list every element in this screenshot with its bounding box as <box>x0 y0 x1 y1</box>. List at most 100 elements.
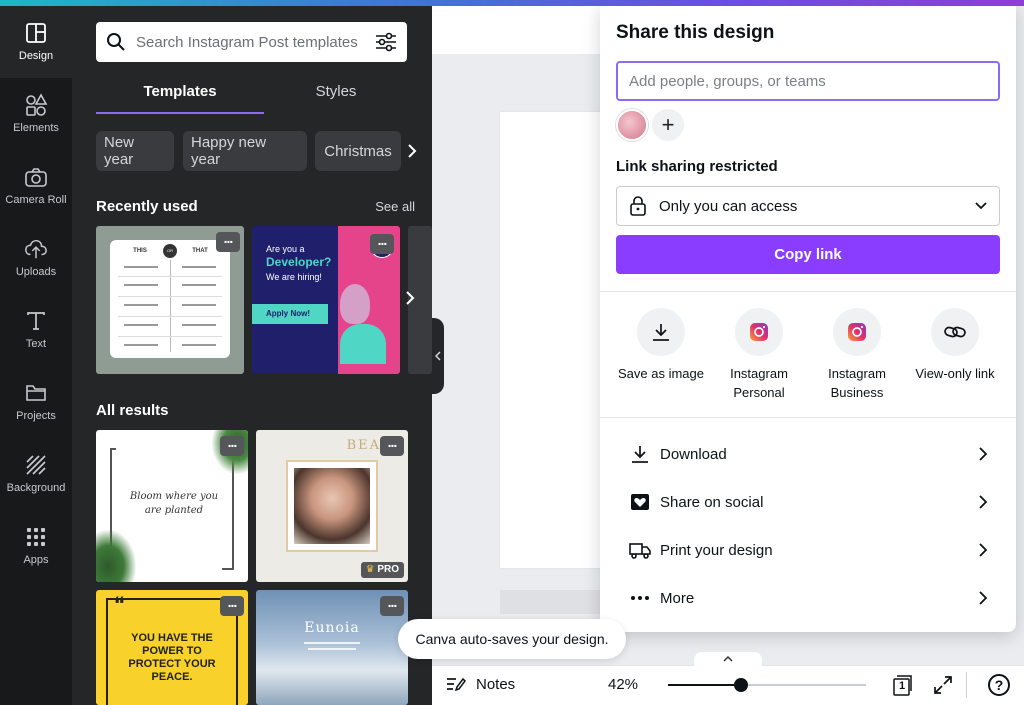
link-access-select[interactable]: Only you can access <box>616 186 1000 226</box>
chip-christmas[interactable]: Christmas <box>315 131 401 171</box>
recently-used-heading: Recently used <box>96 198 198 215</box>
template-more-button[interactable]: ... <box>370 233 394 254</box>
quick-share-label: Save as image <box>618 366 704 381</box>
notes-button[interactable]: Notes <box>446 675 515 693</box>
tab-styles[interactable]: Styles <box>252 78 420 114</box>
elements-icon <box>24 93 48 117</box>
rail-label: Elements <box>13 122 59 134</box>
template-more-button[interactable]: ... <box>380 595 404 616</box>
zoom-slider[interactable] <box>668 678 866 692</box>
template-thumb-developer[interactable]: Are you a Developer? We are hiring! Appl… <box>252 226 400 374</box>
template-more-button[interactable]: ... <box>220 435 244 456</box>
print-design-row[interactable]: Print your design <box>616 526 1000 574</box>
template-thumb-quote[interactable]: “ YOU HAVE THE POWER TO PROTECT YOUR PEA… <box>96 590 248 705</box>
thumb-text: Developer? <box>266 255 332 269</box>
fullscreen-icon[interactable] <box>931 673 955 697</box>
rail-item-elements[interactable]: Elements <box>0 78 72 150</box>
page-count-button[interactable]: 1 <box>890 673 914 697</box>
chevron-up-icon <box>723 656 733 662</box>
camera-icon <box>24 165 48 189</box>
more-dots-icon <box>628 586 652 610</box>
zoom-level[interactable]: 42% <box>608 676 638 693</box>
template-more-button[interactable]: ... <box>216 231 240 252</box>
rail-label: Apps <box>23 554 49 566</box>
truck-icon <box>628 538 652 562</box>
template-thumb-eunoia[interactable]: Eunoia ... <box>256 590 408 705</box>
design-artboard[interactable] <box>500 112 610 568</box>
thumb-text: Bloom where you are planted <box>129 491 219 516</box>
chevron-right-icon <box>978 542 988 558</box>
chevron-right-icon <box>978 494 988 510</box>
row-label: Print your design <box>660 541 773 559</box>
pro-badge: ♛ PRO <box>360 562 404 578</box>
chip-happy-new-year[interactable]: Happy new year <box>183 131 307 171</box>
download-row[interactable]: Download <box>616 430 1000 478</box>
rail-item-text[interactable]: Text <box>0 294 72 366</box>
filter-icon[interactable] <box>375 32 397 52</box>
templates-panel: Templates Styles New year Happy new year… <box>72 6 432 705</box>
template-more-button[interactable]: ... <box>220 595 244 616</box>
rail-item-apps[interactable]: Apps <box>0 510 72 582</box>
add-person-plus-icon[interactable]: + <box>652 109 684 141</box>
search-icon <box>106 32 126 52</box>
category-chips: New year Happy new year Christmas <box>96 131 432 171</box>
rail-item-uploads[interactable]: Uploads <box>0 222 72 294</box>
rail-item-design[interactable]: Design <box>0 6 72 78</box>
add-people-input[interactable] <box>629 72 987 90</box>
instagram-personal-button[interactable]: Instagram Personal <box>710 308 808 402</box>
chevron-right-icon <box>978 446 988 462</box>
access-value: Only you can access <box>659 197 798 215</box>
rail-label: Camera Roll <box>5 194 67 206</box>
row-label: More <box>660 589 695 607</box>
add-people-field[interactable] <box>616 61 1000 101</box>
see-all-link[interactable]: See all <box>375 199 415 214</box>
template-thumb-this-or-that[interactable]: THIS OR THAT ... <box>96 226 244 374</box>
more-row[interactable]: More <box>616 574 1000 622</box>
top-gradient-bar <box>0 0 1024 6</box>
tab-templates[interactable]: Templates <box>96 78 264 114</box>
add-page-strip[interactable] <box>500 590 610 614</box>
lock-icon <box>629 196 647 216</box>
instagram-icon <box>749 322 769 342</box>
rail-item-projects[interactable]: Projects <box>0 366 72 438</box>
instagram-business-button[interactable]: Instagram Business <box>808 308 906 402</box>
thumb-text: We are hiring! <box>266 272 322 282</box>
chip-new-year[interactable]: New year <box>96 131 174 171</box>
template-thumb-beauty[interactable]: BEAU ... ♛ PRO <box>256 430 408 582</box>
thumb-text: THIS <box>133 248 147 254</box>
save-as-image-button[interactable]: Save as image <box>612 308 710 383</box>
zoom-slider-fill <box>668 684 742 686</box>
download-icon <box>628 442 652 466</box>
view-only-link-button[interactable]: View-only link <box>906 308 1004 383</box>
instagram-icon <box>847 322 867 342</box>
search-input[interactable] <box>136 33 375 51</box>
download-icon <box>651 322 671 342</box>
recent-next-chevron-icon[interactable] <box>405 290 415 311</box>
page-panel-toggle[interactable] <box>694 652 762 666</box>
rail-label: Projects <box>16 410 56 422</box>
template-more-button[interactable]: ... <box>380 435 404 456</box>
left-rail: Design Elements Camera Roll Uploads Text… <box>0 6 72 705</box>
chevron-down-icon <box>975 202 987 210</box>
rail-item-background[interactable]: Background <box>0 438 72 510</box>
page-number: 1 <box>899 680 906 692</box>
chips-next-chevron-icon[interactable] <box>400 131 424 171</box>
quick-share-label: View-only link <box>915 366 995 381</box>
divider <box>966 672 967 698</box>
collapse-panel-button[interactable] <box>432 318 444 394</box>
link-sharing-label: Link sharing restricted <box>616 158 778 175</box>
help-button[interactable]: ? <box>987 673 1011 697</box>
avatar[interactable] <box>616 109 648 141</box>
copy-link-button[interactable]: Copy link <box>616 235 1000 274</box>
share-on-social-row[interactable]: Share on social <box>616 478 1000 526</box>
row-label: Download <box>660 445 727 463</box>
row-label: Share on social <box>660 493 764 511</box>
template-search[interactable] <box>96 22 407 62</box>
rail-label: Text <box>25 338 47 350</box>
thumb-text: Apply Now! <box>252 304 328 324</box>
template-thumb-bloom[interactable]: Bloom where you are planted ... <box>96 430 248 582</box>
rail-item-camera-roll[interactable]: Camera Roll <box>0 150 72 222</box>
panel-tabs: Templates Styles <box>96 78 407 114</box>
help-icon: ? <box>988 674 1010 696</box>
rail-label: Background <box>6 482 66 494</box>
